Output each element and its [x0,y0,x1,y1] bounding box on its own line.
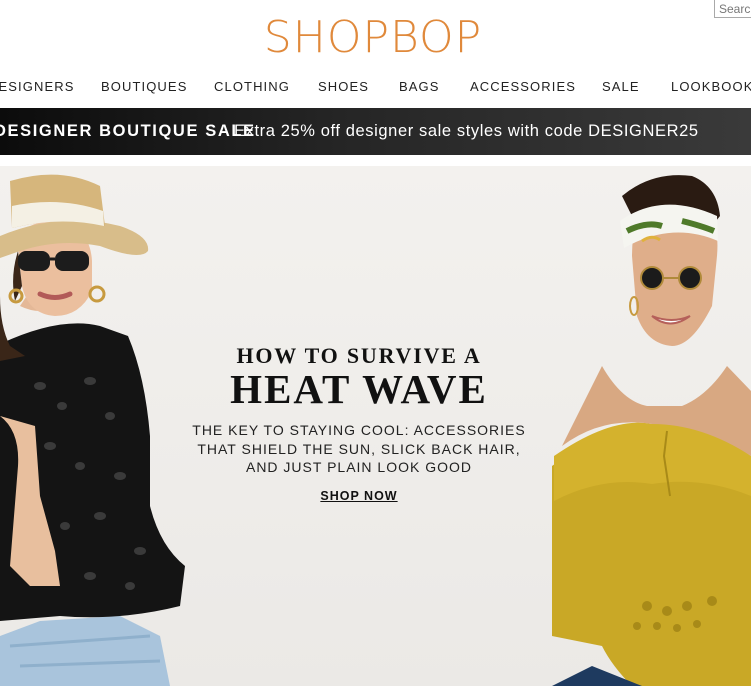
nav-sale[interactable]: SALE [602,79,640,94]
nav-clothing[interactable]: CLOTHING [214,79,290,94]
nav-bags[interactable]: BAGS [399,79,440,94]
nav-accessories[interactable]: ACCESSORIES [470,79,576,94]
nav-boutiques[interactable]: BOUTIQUES [101,79,187,94]
nav-shoes[interactable]: SHOES [318,79,369,94]
nav-lookbooks[interactable]: LOOKBOOKS [671,79,751,94]
nav-designers[interactable]: DESIGNERS [0,79,74,94]
hero-banner[interactable]: HOW TO SURVIVE A HEAT WAVE THE KEY TO ST… [0,166,751,686]
hero-subtitle: THE KEY TO STAYING COOL: ACCESSORIES THA… [192,422,526,475]
promo-offer-text: Extra 25% off designer sale styles with … [234,122,699,140]
shopbop-logo[interactable]: SHOPBOP [0,12,746,64]
hero-title: HEAT WAVE [230,366,488,412]
main-nav: DESIGNERS BOUTIQUES CLOTHING SHOES BAGS … [0,79,751,97]
promo-headline: DESIGNER BOUTIQUE SALE [0,122,256,140]
promo-banner[interactable]: DESIGNER BOUTIQUE SALE Extra 25% off des… [0,108,751,155]
hero-copy: HOW TO SURVIVE A HEAT WAVE THE KEY TO ST… [185,343,533,505]
model-left-image [0,174,185,686]
model-right-image [552,175,751,686]
shop-now-link[interactable]: SHOP NOW [320,489,397,503]
